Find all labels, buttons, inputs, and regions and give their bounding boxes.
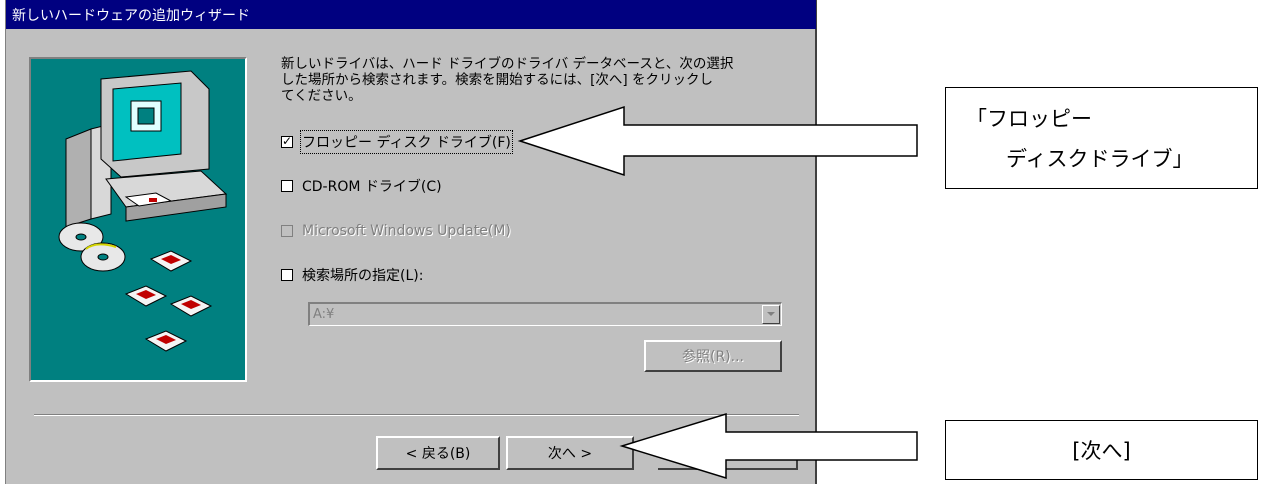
- callout-floppy-line2: ディスクドライブ」: [1006, 147, 1194, 171]
- callout-floppy-line1: 「フロッピー: [966, 107, 1092, 131]
- callout-next: [次へ]: [945, 420, 1258, 480]
- arrow-to-floppy-option: [517, 105, 918, 177]
- annotation-arrows: [517, 105, 918, 480]
- callout-floppy: 「フロッピー ディスクドライブ」: [945, 87, 1258, 189]
- arrow-to-next-button: [619, 412, 918, 480]
